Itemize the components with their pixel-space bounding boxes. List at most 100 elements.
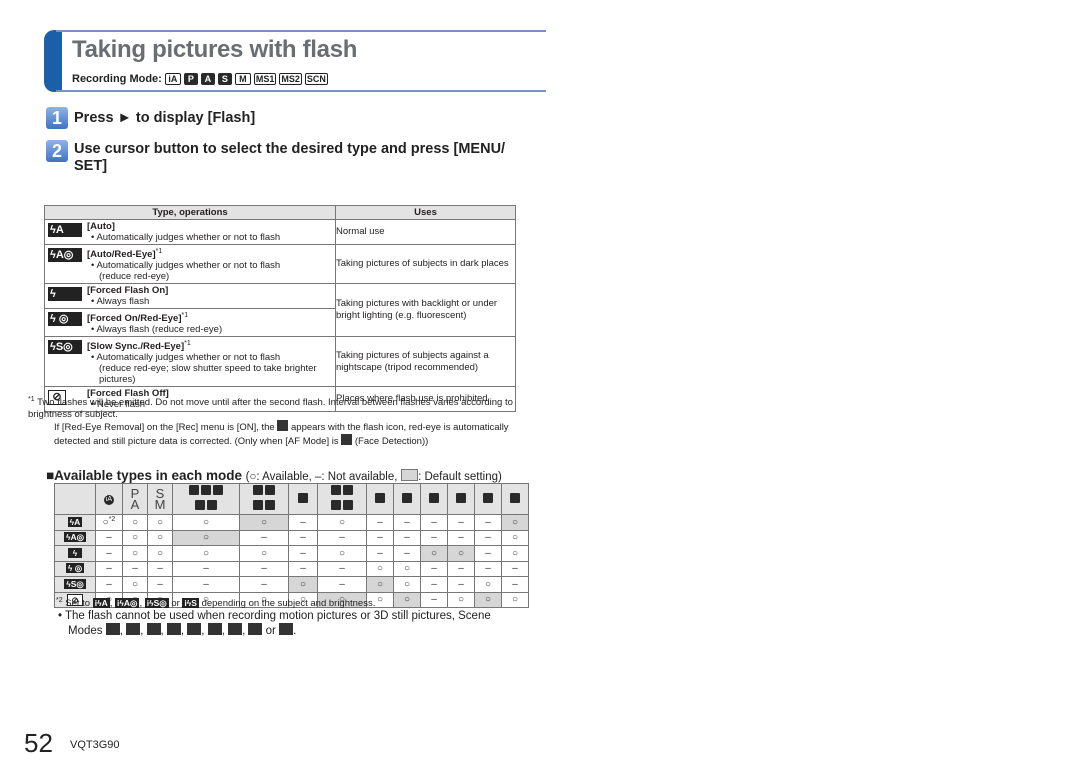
ia-flash-red-eye-icon: iϟA◎: [115, 598, 140, 608]
col-ia: iA: [95, 483, 123, 515]
self-portrait-icon: [195, 500, 205, 510]
sports-icon: [253, 485, 263, 495]
availability-title: ■Available types in each mode: [46, 468, 242, 483]
grid-cell: ○: [393, 560, 421, 577]
flash-uses: Normal use: [335, 219, 516, 245]
flash-slow-sync-icon: ϟS◎: [48, 340, 82, 354]
header-rule-bottom: [56, 90, 546, 92]
footnote-ref: *1: [155, 248, 163, 255]
lamp-icon: [402, 492, 412, 503]
col-glass: [366, 483, 394, 515]
photo-frame-icon: [483, 492, 493, 503]
legend-text: (○: Available, –: Not available,: [245, 471, 398, 483]
flash-slow-sync-icon: ϟS◎: [64, 578, 86, 589]
grid-cell: ○: [366, 576, 394, 593]
grid-cell: –: [317, 560, 367, 577]
grid-cell: ○*2: [95, 514, 123, 531]
flash-type-desc-cont: (reduce red-eye; slow shutter speed to t…: [99, 363, 317, 385]
footnote-ref: *1: [184, 340, 191, 347]
grid-cell: ○: [288, 576, 318, 593]
col-food-group: [317, 483, 367, 515]
grid-cell: –: [95, 576, 123, 593]
header-rule-top: [56, 30, 546, 32]
grid-cell: ○: [393, 591, 421, 608]
grid-cell: –: [420, 529, 448, 546]
footnote-marker: *2: [56, 597, 63, 604]
grid-cell: –: [95, 529, 123, 546]
grid-cell: ○: [122, 545, 148, 562]
mode-ms1-icon: MS1: [253, 73, 277, 85]
grid-cell: –: [420, 560, 448, 577]
mode-ms2-icon: MS2: [279, 73, 302, 85]
face-detection-icon: [341, 433, 353, 445]
grid-cell: –: [447, 560, 475, 577]
grid-cell: ○: [501, 545, 529, 562]
grid-row-header: ϟS◎: [54, 576, 96, 593]
flash-types-table: Type, operations Uses ϟA [Auto] • Automa…: [44, 205, 516, 412]
scene-hdr-icon: [279, 623, 294, 635]
footnote-text: depending on the subject and brightness.: [201, 598, 376, 609]
cocktail-icon: [375, 492, 385, 503]
pet-icon: [207, 500, 217, 510]
grid-cell: ○: [447, 545, 475, 562]
grid-cell: ○: [501, 529, 529, 546]
col-pa: PA: [122, 483, 148, 515]
recording-mode-label: Recording Mode:: [72, 73, 162, 85]
note-line-2: Modes , , , , , , , or .: [68, 623, 297, 637]
grid-row-header: ϟA: [54, 514, 96, 531]
document-code: VQT3G90: [70, 739, 120, 751]
flash-type-name: [Forced On/Red-Eye]: [87, 313, 182, 324]
grid-cell: ○: [420, 545, 448, 562]
flash-type-desc: • Automatically judges whether or not to…: [91, 232, 281, 243]
grid-row-header: ϟ ◎: [54, 560, 96, 577]
grid-cell: –: [501, 560, 529, 577]
grid-cell: –: [288, 514, 318, 531]
flash-uses: Taking pictures with backlight or under …: [335, 283, 516, 337]
grid-cell: ○: [239, 514, 289, 531]
grid-cell: –: [95, 560, 123, 577]
grid-cell: –: [317, 576, 367, 593]
availability-grid: iA PA SM ϟA ○*2 ○ ○ ○ ○ – ○ – – – – – ○ ϟA◎ – ○ ○ ○ – – – – – – –…: [54, 483, 529, 608]
column-header: Uses: [335, 205, 516, 220]
baby-icon: [265, 485, 275, 495]
grid-corner: [54, 483, 96, 515]
grid-cell: –: [95, 545, 123, 562]
scene-sunset-icon: [187, 623, 202, 635]
step-text: Press ► to display [Flash]: [74, 110, 256, 126]
note-text: • The flash cannot be used when recordin…: [58, 610, 491, 622]
grid-cell: ○: [317, 514, 367, 531]
section-header: Taking pictures with flash Recording Mod…: [44, 30, 546, 92]
grid-cell: –: [474, 514, 502, 531]
grid-row-header: ϟ: [54, 545, 96, 562]
footnote-text: Set to: [65, 598, 91, 609]
mode-sm-icon: SM: [154, 486, 166, 512]
grid-cell: –: [172, 560, 240, 577]
mode-scn-icon: SCN: [304, 73, 328, 85]
grid-cell: ○: [474, 591, 502, 608]
grid-cell: –: [447, 529, 475, 546]
flash-auto-red-eye-icon: ϟA◎: [63, 532, 87, 543]
grid-cell: –: [288, 560, 318, 577]
grid-cell: ○: [147, 545, 173, 562]
grid-cell: –: [474, 560, 502, 577]
grid-cell: ○: [122, 514, 148, 531]
flash-type-name: [Auto]: [87, 221, 115, 232]
grid-cell: –: [447, 576, 475, 593]
grid-cell: ○: [147, 529, 173, 546]
grid-cell: –: [147, 560, 173, 577]
grid-cell: –: [239, 560, 289, 577]
flash-uses: Taking pictures of subjects in dark plac…: [335, 244, 516, 284]
grid-cell: –: [317, 529, 367, 546]
soft-skin-icon: [201, 485, 211, 495]
scene-panorama-icon: [126, 623, 141, 635]
col-portrait-group: [172, 483, 240, 515]
grid-cell: –: [393, 545, 421, 562]
availability-heading: ■Available types in each mode (○: Availa…: [46, 468, 502, 483]
column-header: Type, operations: [44, 205, 336, 220]
note-text: or: [262, 625, 280, 637]
grid-cell: ○: [447, 591, 475, 608]
flash-forced-on-red-eye-icon: ϟ ◎: [65, 563, 85, 574]
grid-cell: –: [366, 514, 394, 531]
mode-s-icon: S: [217, 73, 232, 85]
footnote-text: (Face Detection)): [354, 435, 429, 447]
